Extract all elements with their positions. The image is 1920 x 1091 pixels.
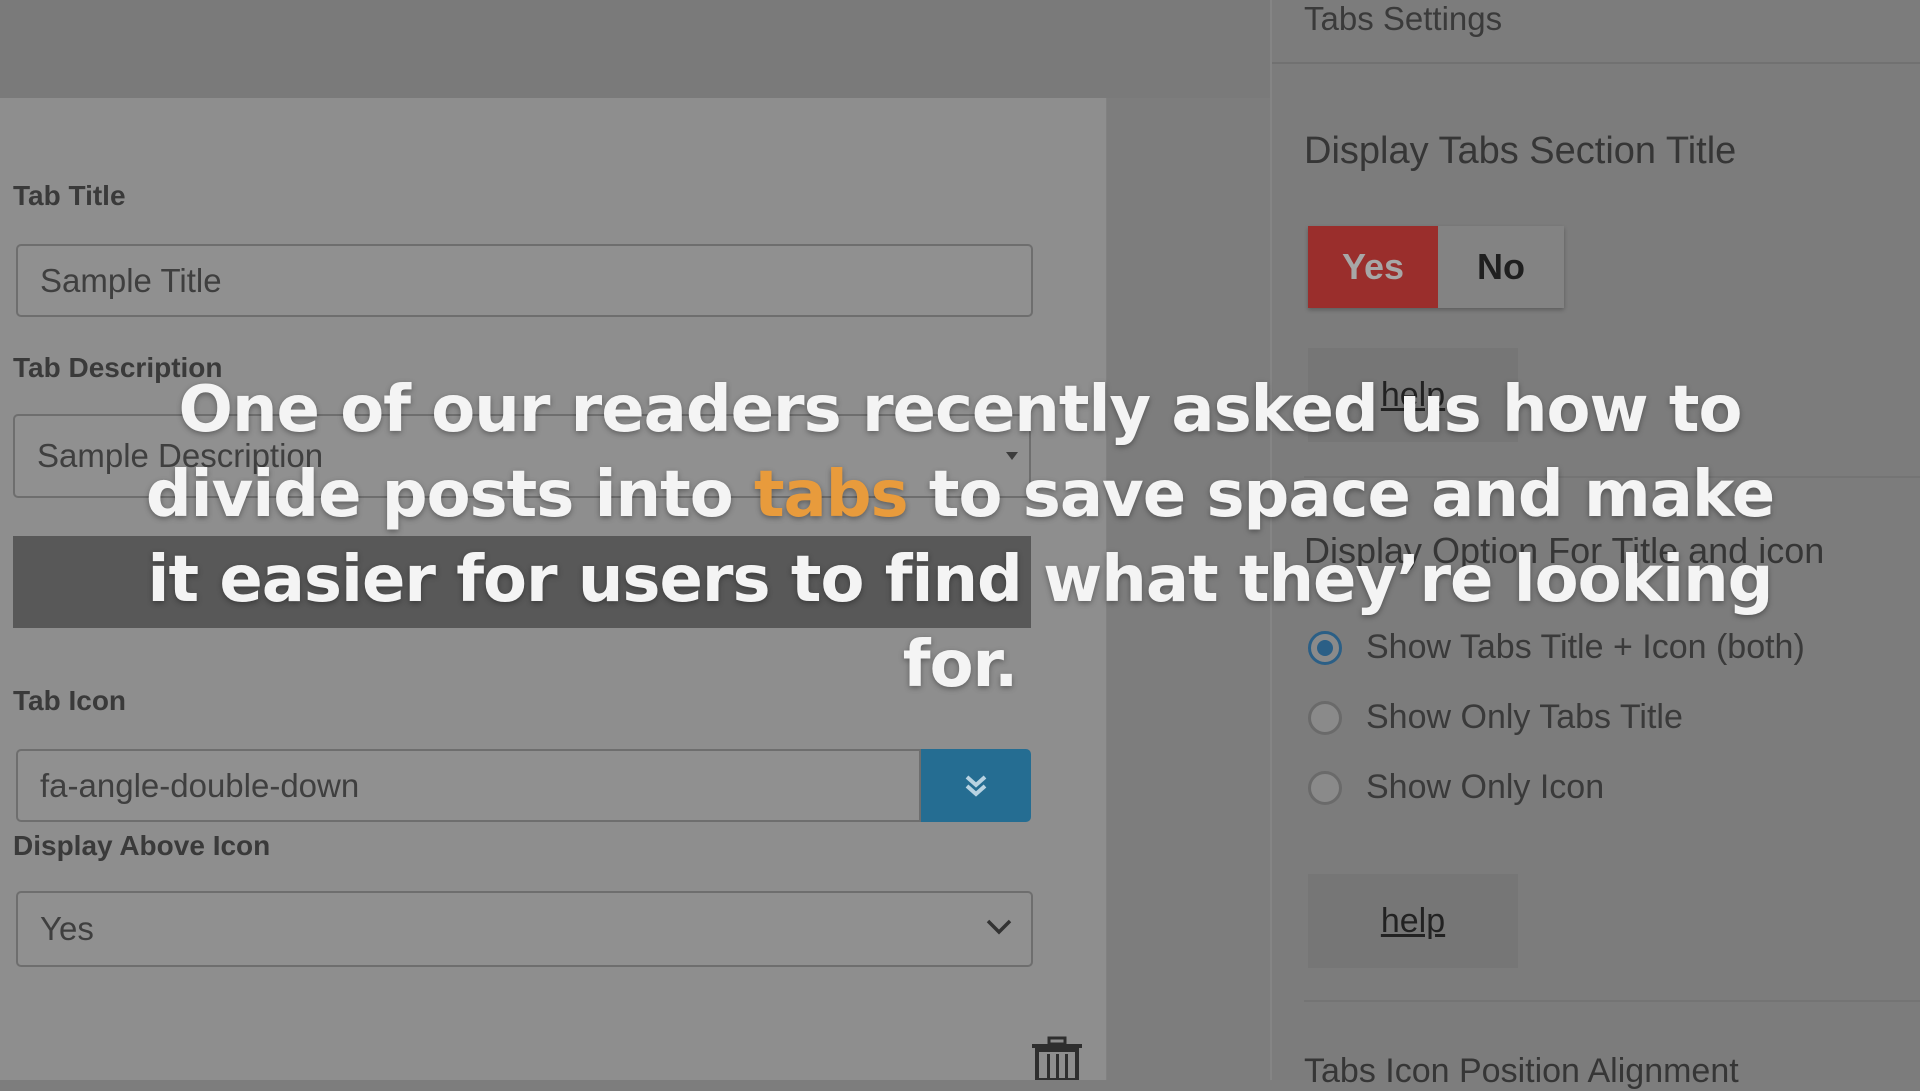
radio-button[interactable] [1308, 770, 1342, 805]
radio-option-icon-only[interactable]: Show Only Icon [1308, 768, 1604, 807]
caption-line: divide posts into tabs to save space and… [0, 453, 1920, 538]
section-divider [1304, 1000, 1920, 1002]
toggle-no-button[interactable]: No [1438, 226, 1564, 308]
display-above-icon-select[interactable]: Yes [16, 891, 1033, 967]
caption-text: to save space and make [907, 458, 1775, 532]
radio-option-label: Show Only Icon [1366, 768, 1605, 806]
tabs-settings-title: Tabs Settings [1304, 0, 1503, 37]
tab-icon-input[interactable]: fa-angle-double-down [16, 749, 921, 822]
caption-line: it easier for users to find what they’re… [147, 543, 1774, 617]
tab-title-label: Tab Title [13, 180, 126, 211]
display-title-heading: Display Tabs Section Title [1304, 130, 1737, 172]
toggle-yes-button[interactable]: Yes [1308, 226, 1438, 308]
icon-position-heading: Tabs Icon Position Alignment [1304, 1052, 1739, 1090]
caption-highlight: tabs [753, 458, 909, 532]
icon-picker-button[interactable] [921, 749, 1031, 822]
top-bar [0, 0, 1272, 98]
trash-icon[interactable] [1030, 1036, 1084, 1080]
help-link[interactable]: help [1308, 874, 1518, 968]
tab-title-placeholder: Sample Title [40, 261, 222, 299]
display-title-toggle[interactable]: Yes No [1308, 226, 1564, 308]
caption-text: divide posts into [145, 458, 754, 532]
chevron-down-icon [986, 919, 1012, 935]
tab-title-input[interactable]: Sample Title [16, 244, 1033, 317]
settings-divider [1272, 62, 1920, 64]
tab-icon-value: fa-angle-double-down [40, 766, 360, 804]
video-caption: One of our readers recently asked us how… [0, 368, 1920, 708]
angle-double-down-icon [965, 775, 987, 797]
caption-line: One of our readers recently asked us how… [178, 373, 1743, 447]
display-above-icon-label: Display Above Icon [13, 830, 271, 861]
display-above-icon-value: Yes [40, 910, 94, 947]
caption-line: for. [902, 628, 1019, 702]
